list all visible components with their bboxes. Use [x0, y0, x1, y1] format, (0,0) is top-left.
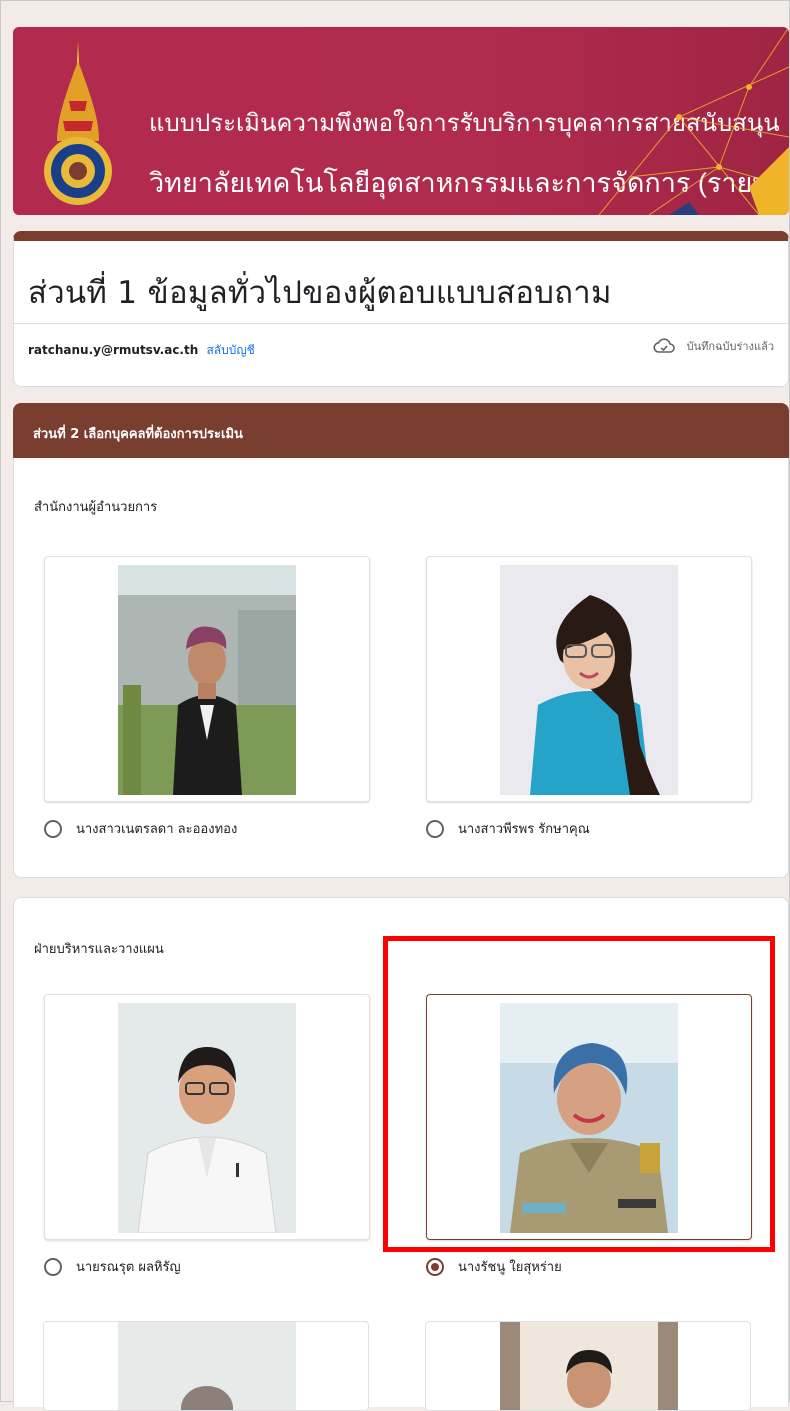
choice-option[interactable]: นางสาวเนตรลดา ละอองทอง: [44, 556, 370, 838]
form-title-card: ส่วนที่ 1 ข้อมูลทั่วไปของผู้ตอบแบบสอบถาม…: [13, 231, 789, 387]
choice-radio-row[interactable]: นายรณรุต ผลหิรัญ: [44, 1256, 181, 1277]
choice-photo-frame[interactable]: [44, 994, 370, 1240]
question-title: สำนักงานผู้อำนวยการ: [34, 500, 158, 515]
draft-saved-label: บันทึกฉบับร่างแล้ว: [686, 340, 774, 353]
section-header-label: ส่วนที่ 2 เลือกบุคคลที่ต้องการประเมิน: [33, 427, 243, 442]
draft-saved-status: บันทึกฉบับร่างแล้ว: [653, 337, 774, 355]
title-divider: [14, 323, 788, 324]
radio-button[interactable]: [44, 1257, 62, 1276]
radio-button[interactable]: [44, 819, 62, 838]
choice-label: นางสาวพีรพร รักษาคุณ: [458, 822, 590, 837]
question-card-director-office: สำนักงานผู้อำนวยการ นางสาวเนตรลดา ละอองท…: [13, 458, 789, 878]
university-emblem-icon: [44, 41, 112, 205]
account-row: ratchanu.y@rmutsv.ac.th สลับบัญชี: [28, 341, 255, 360]
header-banner: แบบประเมินความพึงพอใจการรับบริการบุคลากร…: [13, 27, 789, 215]
switch-account-link[interactable]: สลับบัญชี: [206, 343, 254, 357]
person-photo: [500, 565, 678, 795]
choice-option[interactable]: นายรณรุต ผลหิรัญ: [44, 994, 370, 1276]
page-title: ส่วนที่ 1 ข้อมูลทั่วไปของผู้ตอบแบบสอบถาม: [28, 275, 612, 311]
section-header: ส่วนที่ 2 เลือกบุคคลที่ต้องการประเมิน: [13, 403, 789, 459]
choice-radio-row[interactable]: นางสาวพีรพร รักษาคุณ: [426, 818, 590, 839]
account-email: ratchanu.y@rmutsv.ac.th: [28, 343, 199, 357]
radio-button-selected[interactable]: [426, 1257, 444, 1276]
radio-button[interactable]: [426, 819, 444, 838]
choice-label: นางสาวเนตรลดา ละอองทอง: [76, 822, 238, 837]
choice-radio-row[interactable]: นางสาวเนตรลดา ละอองทอง: [44, 818, 237, 839]
choice-photo-frame[interactable]: [426, 556, 752, 802]
selection-highlight-box: [383, 936, 775, 1252]
person-photo: [500, 1322, 678, 1410]
cloud-check-icon: [653, 338, 675, 353]
choice-photo-frame-partial[interactable]: [425, 1321, 751, 1411]
question-title: ฝ่ายบริหารและวางแผน: [34, 942, 164, 957]
choice-option[interactable]: นางสาวพีรพร รักษาคุณ: [426, 556, 752, 838]
choice-photo-frame-partial[interactable]: [43, 1321, 369, 1411]
person-photo: [118, 1003, 296, 1233]
decorative-geometric-pattern: [598, 27, 789, 215]
person-photo: [118, 1322, 296, 1410]
person-photo: [118, 565, 296, 795]
choice-photo-frame[interactable]: [44, 556, 370, 802]
choice-label: นายรณรุต ผลหิรัญ: [76, 1260, 181, 1275]
choice-radio-row[interactable]: นางรัชนู ใยสุหร่าย: [426, 1256, 562, 1277]
choice-label: นางรัชนู ใยสุหร่าย: [458, 1260, 562, 1275]
